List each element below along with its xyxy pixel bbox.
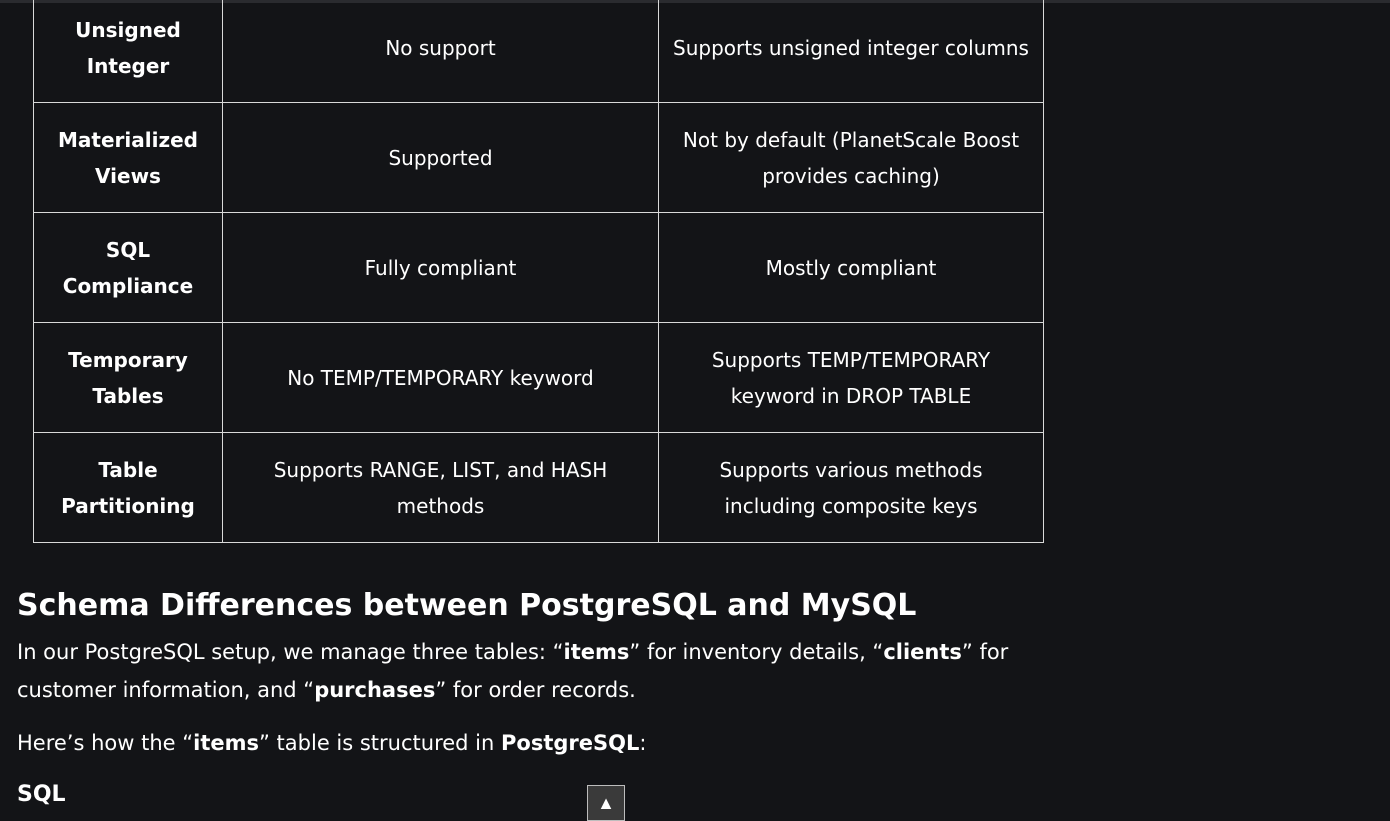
code-language-label: SQL: [17, 782, 66, 807]
bold-term-items: items: [563, 640, 630, 664]
mysql-cell: Supports TEMP/TEMPORARY keyword in DROP …: [658, 322, 1044, 433]
text-span: ” table is structured in: [259, 731, 501, 755]
feature-cell: Unsigned Integer: [33, 0, 223, 103]
scroll-to-top-button[interactable]: ▲: [587, 785, 625, 821]
text-span: ” for order records.: [435, 678, 636, 702]
postgresql-cell: Supported: [222, 102, 659, 213]
table-row: Unsigned Integer No support Supports uns…: [33, 0, 1044, 103]
text-span: In our PostgreSQL setup, we manage three…: [17, 640, 564, 664]
section-heading: Schema Differences between PostgreSQL an…: [17, 588, 917, 623]
bold-term-postgresql: PostgreSQL: [501, 731, 640, 755]
bold-term-purchases: purchases: [314, 678, 436, 702]
text-span: :: [639, 731, 647, 755]
feature-cell: Materialized Views: [33, 102, 223, 213]
bold-term-items: items: [193, 731, 259, 755]
postgresql-cell: No support: [222, 0, 659, 103]
text-span: ” for inventory details, “: [629, 640, 884, 664]
postgresql-cell: Fully compliant: [222, 212, 659, 323]
mysql-cell: Mostly compliant: [658, 212, 1044, 323]
mysql-cell: Supports various methods including compo…: [658, 432, 1044, 543]
postgresql-cell: Supports RANGE, LIST, and HASH methods: [222, 432, 659, 543]
comparison-table: Unsigned Integer No support Supports uns…: [33, 0, 1044, 543]
structure-paragraph: Here’s how the “items” table is structur…: [17, 724, 1057, 762]
bold-term-clients: clients: [883, 640, 962, 664]
intro-paragraph: In our PostgreSQL setup, we manage three…: [17, 633, 1057, 709]
mysql-cell: Supports unsigned integer columns: [658, 0, 1044, 103]
text-span: Here’s how the “: [17, 731, 194, 755]
feature-cell: Table Partitioning: [33, 432, 223, 543]
mysql-cell: Not by default (PlanetScale Boost provid…: [658, 102, 1044, 213]
table-row: Table Partitioning Supports RANGE, LIST,…: [33, 432, 1044, 543]
up-arrow-icon: ▲: [597, 793, 615, 813]
table-row: SQL Compliance Fully compliant Mostly co…: [33, 212, 1044, 323]
feature-cell: SQL Compliance: [33, 212, 223, 323]
feature-cell: Temporary Tables: [33, 322, 223, 433]
table-row: Temporary Tables No TEMP/TEMPORARY keywo…: [33, 322, 1044, 433]
postgresql-cell: No TEMP/TEMPORARY keyword: [222, 322, 659, 433]
table-row: Materialized Views Supported Not by defa…: [33, 102, 1044, 213]
article-content: Unsigned Integer No support Supports uns…: [0, 0, 1390, 821]
